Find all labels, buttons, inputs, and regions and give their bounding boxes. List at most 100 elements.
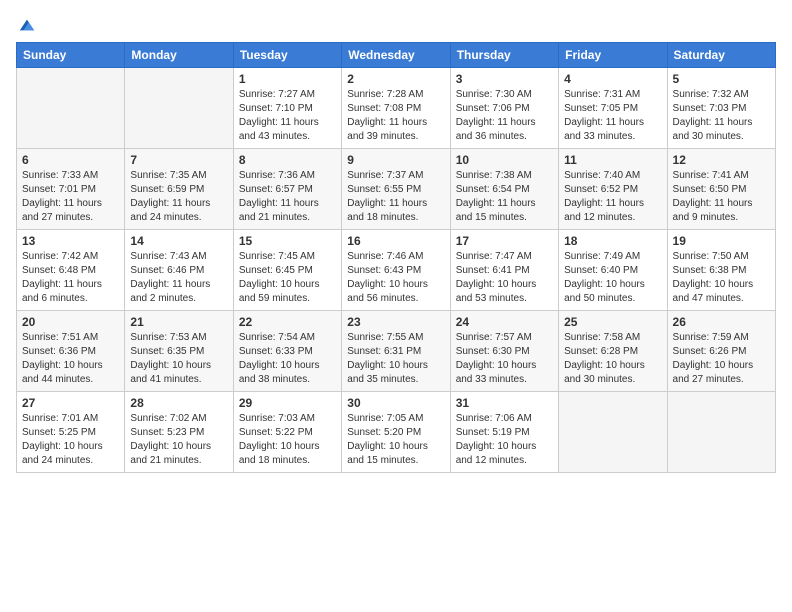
day-number: 16 [347, 234, 444, 248]
day-number: 28 [130, 396, 227, 410]
calendar-cell: 26Sunrise: 7:59 AM Sunset: 6:26 PM Dayli… [667, 311, 775, 392]
day-number: 29 [239, 396, 336, 410]
calendar-cell: 23 Sunrise: 7:55 AM Sunset: 6:31 PM Dayli… [342, 311, 450, 392]
day-info: Sunrise: 7:33 AM Sunset: 7:01 PM Dayligh… [22, 169, 119, 225]
day-info: Sunrise: 7:05 AM Sunset: 5:20 PM Dayligh… [347, 412, 444, 468]
weekday-header: Friday [559, 43, 667, 68]
calendar-cell: 4Sunrise: 7:31 AM Sunset: 7:05 PM Daylig… [559, 68, 667, 149]
day-info: Sunrise: 7:43 AM Sunset: 6:46 PM Dayligh… [130, 250, 227, 306]
day-info: Sunrise: 7:27 AM Sunset: 7:10 PM Dayligh… [239, 88, 336, 144]
calendar-week-row: 1 Sunrise: 7:27 AM Sunset: 7:10 PM Daylig… [17, 68, 776, 149]
day-number: 31 [456, 396, 553, 410]
day-info: Sunrise: 7:36 AM Sunset: 6:57 PM Dayligh… [239, 169, 336, 225]
day-info: Sunrise: 7:03 AM Sunset: 5:22 PM Dayligh… [239, 412, 336, 468]
day-info: Sunrise: 7:47 AM Sunset: 6:41 PM Dayligh… [456, 250, 553, 306]
day-number: 22 [239, 315, 336, 329]
day-number: 12 [673, 153, 770, 167]
calendar-cell: 15Sunrise: 7:45 AM Sunset: 6:45 PM Dayli… [233, 230, 341, 311]
weekday-header: Tuesday [233, 43, 341, 68]
day-number: 2 [347, 72, 444, 86]
day-info: Sunrise: 7:28 AM Sunset: 7:08 PM Dayligh… [347, 88, 444, 144]
calendar-week-row: 6 Sunrise: 7:33 AM Sunset: 7:01 PM Daylig… [17, 149, 776, 230]
calendar-cell: 25 Sunrise: 7:58 AM Sunset: 6:28 PM Dayli… [559, 311, 667, 392]
day-info: Sunrise: 7:50 AM Sunset: 6:38 PM Dayligh… [673, 250, 770, 306]
day-info: Sunrise: 7:40 AM Sunset: 6:52 PM Dayligh… [564, 169, 661, 225]
weekday-header: Sunday [17, 43, 125, 68]
calendar-table: SundayMondayTuesdayWednesdayThursdayFrid… [16, 42, 776, 473]
calendar-cell: 17 Sunrise: 7:47 AM Sunset: 6:41 PM Dayli… [450, 230, 558, 311]
day-number: 1 [239, 72, 336, 86]
calendar-cell: 27 Sunrise: 7:01 AM Sunset: 5:25 PM Dayli… [17, 392, 125, 473]
day-info: Sunrise: 7:42 AM Sunset: 6:48 PM Dayligh… [22, 250, 119, 306]
day-info: Sunrise: 7:06 AM Sunset: 5:19 PM Dayligh… [456, 412, 553, 468]
day-number: 13 [22, 234, 119, 248]
calendar-cell: 16 Sunrise: 7:46 AM Sunset: 6:43 PM Dayli… [342, 230, 450, 311]
day-info: Sunrise: 7:30 AM Sunset: 7:06 PM Dayligh… [456, 88, 553, 144]
calendar-week-row: 13 Sunrise: 7:42 AM Sunset: 6:48 PM Dayli… [17, 230, 776, 311]
calendar-cell: 19 Sunrise: 7:50 AM Sunset: 6:38 PM Dayli… [667, 230, 775, 311]
day-info: Sunrise: 7:38 AM Sunset: 6:54 PM Dayligh… [456, 169, 553, 225]
calendar-cell [559, 392, 667, 473]
day-number: 10 [456, 153, 553, 167]
weekday-header: Thursday [450, 43, 558, 68]
day-info: Sunrise: 7:49 AM Sunset: 6:40 PM Dayligh… [564, 250, 661, 306]
calendar-cell: 11Sunrise: 7:40 AM Sunset: 6:52 PM Dayli… [559, 149, 667, 230]
weekday-header: Wednesday [342, 43, 450, 68]
day-info: Sunrise: 7:41 AM Sunset: 6:50 PM Dayligh… [673, 169, 770, 225]
day-number: 18 [564, 234, 661, 248]
logo [16, 16, 36, 34]
page-header [16, 16, 776, 34]
calendar-cell: 2 Sunrise: 7:28 AM Sunset: 7:08 PM Daylig… [342, 68, 450, 149]
day-info: Sunrise: 7:58 AM Sunset: 6:28 PM Dayligh… [564, 331, 661, 387]
day-number: 23 [347, 315, 444, 329]
day-number: 14 [130, 234, 227, 248]
day-number: 27 [22, 396, 119, 410]
calendar-cell: 8 Sunrise: 7:36 AM Sunset: 6:57 PM Daylig… [233, 149, 341, 230]
day-info: Sunrise: 7:01 AM Sunset: 5:25 PM Dayligh… [22, 412, 119, 468]
day-number: 7 [130, 153, 227, 167]
weekday-header: Saturday [667, 43, 775, 68]
day-number: 17 [456, 234, 553, 248]
calendar-cell: 1 Sunrise: 7:27 AM Sunset: 7:10 PM Daylig… [233, 68, 341, 149]
day-info: Sunrise: 7:54 AM Sunset: 6:33 PM Dayligh… [239, 331, 336, 387]
day-info: Sunrise: 7:53 AM Sunset: 6:35 PM Dayligh… [130, 331, 227, 387]
day-number: 8 [239, 153, 336, 167]
calendar-cell [17, 68, 125, 149]
calendar-cell: 31 Sunrise: 7:06 AM Sunset: 5:19 PM Dayli… [450, 392, 558, 473]
calendar-cell: 24 Sunrise: 7:57 AM Sunset: 6:30 PM Dayli… [450, 311, 558, 392]
day-info: Sunrise: 7:46 AM Sunset: 6:43 PM Dayligh… [347, 250, 444, 306]
calendar-cell: 29 Sunrise: 7:03 AM Sunset: 5:22 PM Dayli… [233, 392, 341, 473]
calendar-week-row: 20 Sunrise: 7:51 AM Sunset: 6:36 PM Dayli… [17, 311, 776, 392]
day-info: Sunrise: 7:55 AM Sunset: 6:31 PM Dayligh… [347, 331, 444, 387]
calendar-cell: 12 Sunrise: 7:41 AM Sunset: 6:50 PM Dayli… [667, 149, 775, 230]
calendar-cell: 21Sunrise: 7:53 AM Sunset: 6:35 PM Dayli… [125, 311, 233, 392]
day-info: Sunrise: 7:35 AM Sunset: 6:59 PM Dayligh… [130, 169, 227, 225]
day-info: Sunrise: 7:57 AM Sunset: 6:30 PM Dayligh… [456, 331, 553, 387]
calendar-cell: 14 Sunrise: 7:43 AM Sunset: 6:46 PM Dayli… [125, 230, 233, 311]
day-info: Sunrise: 7:02 AM Sunset: 5:23 PM Dayligh… [130, 412, 227, 468]
calendar-cell: 22 Sunrise: 7:54 AM Sunset: 6:33 PM Dayli… [233, 311, 341, 392]
calendar-cell: 5Sunrise: 7:32 AM Sunset: 7:03 PM Daylig… [667, 68, 775, 149]
day-number: 3 [456, 72, 553, 86]
logo-icon [18, 16, 36, 34]
day-number: 25 [564, 315, 661, 329]
day-number: 9 [347, 153, 444, 167]
day-number: 24 [456, 315, 553, 329]
calendar-cell: 20 Sunrise: 7:51 AM Sunset: 6:36 PM Dayli… [17, 311, 125, 392]
day-number: 6 [22, 153, 119, 167]
calendar-week-row: 27 Sunrise: 7:01 AM Sunset: 5:25 PM Dayli… [17, 392, 776, 473]
day-info: Sunrise: 7:51 AM Sunset: 6:36 PM Dayligh… [22, 331, 119, 387]
day-number: 19 [673, 234, 770, 248]
day-info: Sunrise: 7:59 AM Sunset: 6:26 PM Dayligh… [673, 331, 770, 387]
calendar-cell [667, 392, 775, 473]
calendar-cell: 7 Sunrise: 7:35 AM Sunset: 6:59 PM Daylig… [125, 149, 233, 230]
day-number: 20 [22, 315, 119, 329]
calendar-cell: 9 Sunrise: 7:37 AM Sunset: 6:55 PM Daylig… [342, 149, 450, 230]
calendar-cell: 28 Sunrise: 7:02 AM Sunset: 5:23 PM Dayli… [125, 392, 233, 473]
day-info: Sunrise: 7:37 AM Sunset: 6:55 PM Dayligh… [347, 169, 444, 225]
calendar-cell: 6 Sunrise: 7:33 AM Sunset: 7:01 PM Daylig… [17, 149, 125, 230]
calendar-cell: 10 Sunrise: 7:38 AM Sunset: 6:54 PM Dayli… [450, 149, 558, 230]
calendar-cell: 13 Sunrise: 7:42 AM Sunset: 6:48 PM Dayli… [17, 230, 125, 311]
calendar-cell: 3 Sunrise: 7:30 AM Sunset: 7:06 PM Daylig… [450, 68, 558, 149]
weekday-header-row: SundayMondayTuesdayWednesdayThursdayFrid… [17, 43, 776, 68]
